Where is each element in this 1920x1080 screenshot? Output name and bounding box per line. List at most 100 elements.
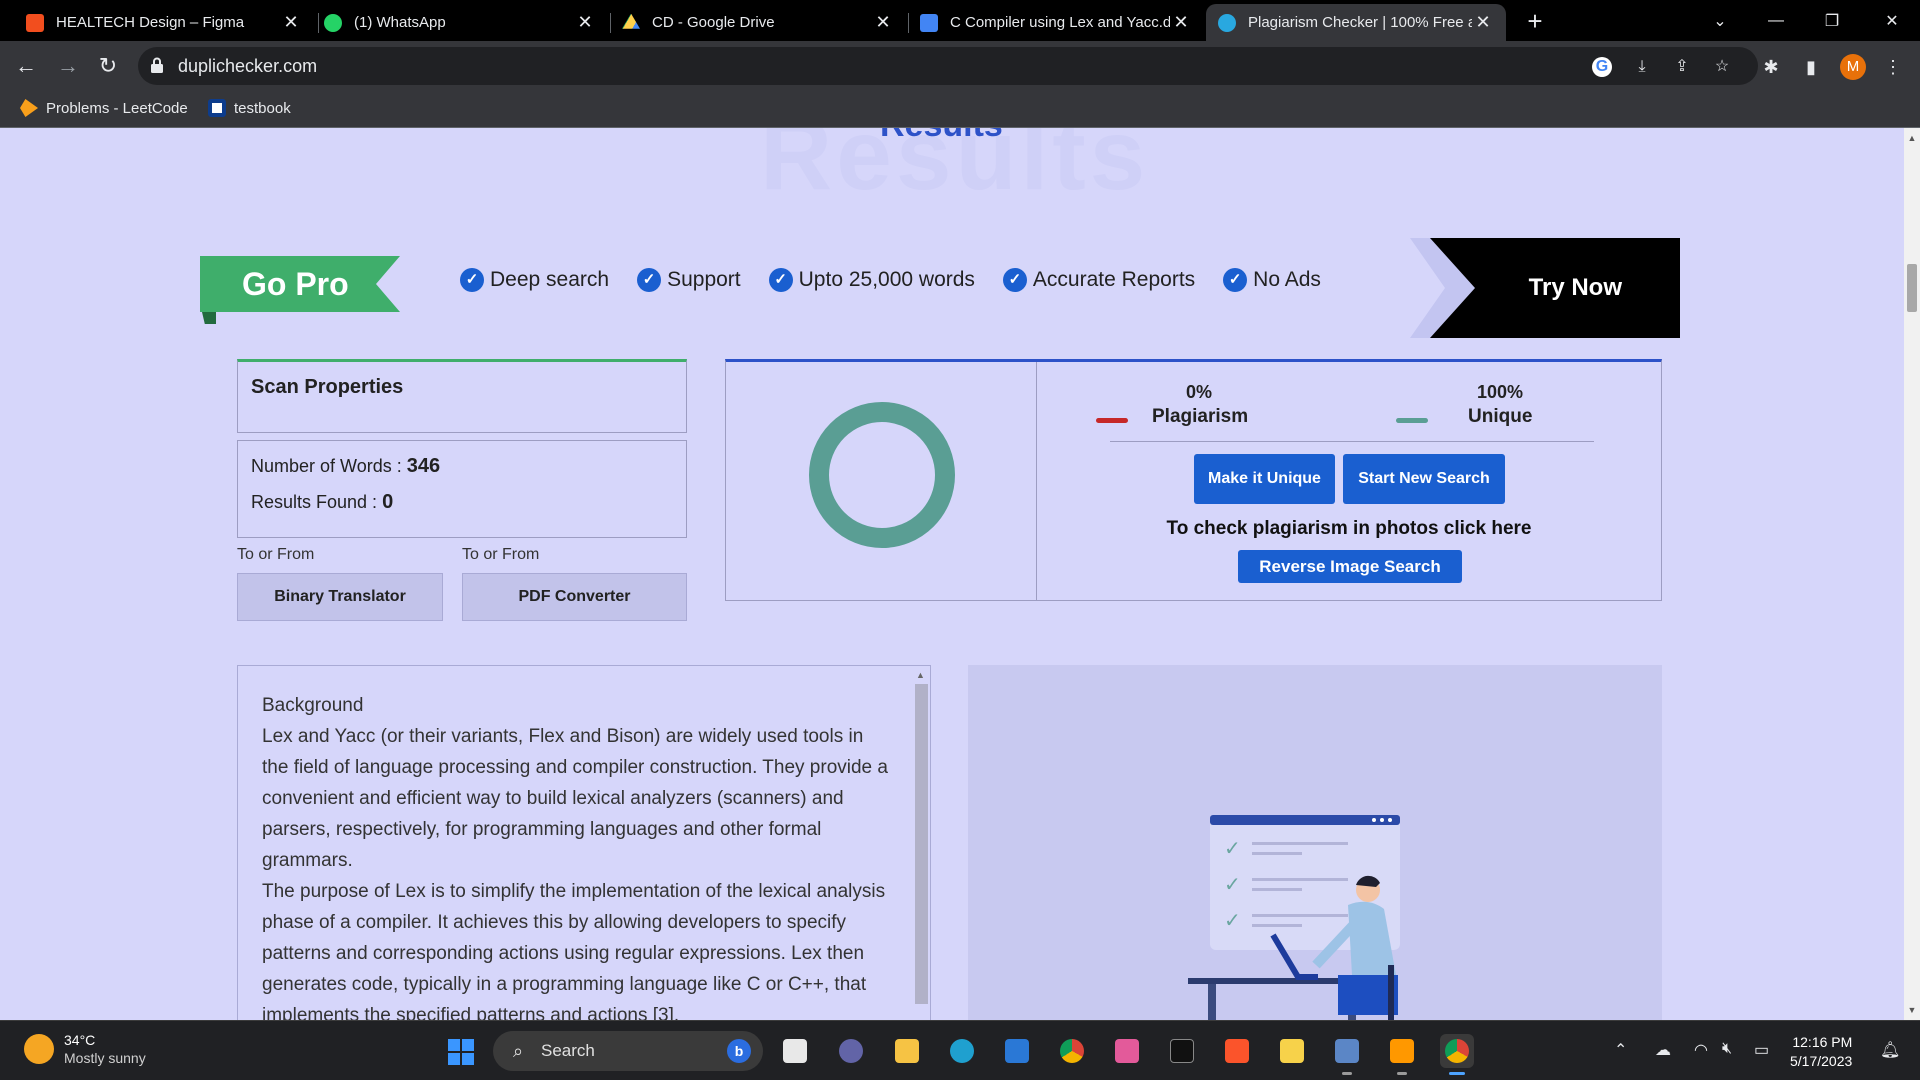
search-placeholder: Search: [541, 1041, 595, 1060]
weather-sun-icon: [24, 1034, 54, 1064]
tab-figma[interactable]: HEALTECH Design – Figma ✕: [14, 4, 314, 41]
content-textarea[interactable]: Background Lex and Yacc (or their varian…: [237, 665, 931, 1020]
volume-muted-icon[interactable]: 🔇︎: [1722, 1040, 1732, 1058]
close-icon[interactable]: ✕: [1170, 12, 1192, 33]
person-at-laptop-illustration: ✓ ✓ ✓: [1188, 815, 1400, 1020]
google-lens-icon[interactable]: G: [1592, 57, 1612, 77]
paragraph: Background: [262, 695, 364, 716]
brave-icon[interactable]: [1220, 1034, 1254, 1068]
clock-time: 12:16 PM: [1792, 1034, 1853, 1050]
page-scrollbar[interactable]: ▲ ▼: [1904, 128, 1920, 1020]
tab-google-docs[interactable]: C Compiler using Lex and Yacc.do ✕: [908, 4, 1204, 41]
feature-item: ✓ Upto 25,000 words: [768, 268, 975, 292]
extensions-icon[interactable]: ✱: [1760, 56, 1782, 78]
terminal-icon[interactable]: [1165, 1034, 1199, 1068]
illustration-panel: ✓ ✓ ✓: [968, 665, 1662, 1020]
tab-title: Plagiarism Checker | 100% Free a: [1248, 14, 1472, 31]
task-view-icon[interactable]: [778, 1034, 812, 1068]
scrollbar-thumb[interactable]: [1907, 264, 1917, 312]
close-icon[interactable]: ✕: [872, 12, 894, 33]
menu-icon[interactable]: ⋮: [1882, 56, 1904, 78]
close-icon[interactable]: ✕: [280, 12, 302, 33]
avatar[interactable]: M: [1840, 54, 1866, 80]
scan-stats: Number of Words : 346 Results Found : 0: [237, 440, 687, 538]
virtualbox-icon[interactable]: [1330, 1034, 1364, 1075]
scroll-down-icon[interactable]: ▼: [1904, 1002, 1920, 1018]
onedrive-icon[interactable]: ☁: [1655, 1040, 1671, 1060]
weather-widget[interactable]: 34°C Mostly sunny: [24, 1031, 146, 1067]
sublime-text-icon[interactable]: [1385, 1034, 1419, 1075]
forward-icon[interactable]: →: [52, 50, 84, 82]
close-icon[interactable]: ✕: [574, 12, 596, 33]
pdf-converter-button[interactable]: PDF Converter: [462, 573, 687, 621]
tab-search-icon[interactable]: ⌄: [1692, 0, 1748, 41]
install-icon[interactable]: ⤓: [1632, 57, 1652, 77]
edge-icon[interactable]: [945, 1034, 979, 1068]
bookmark-star-icon[interactable]: ☆: [1712, 57, 1732, 77]
restore-button[interactable]: ❐: [1804, 0, 1860, 41]
results-found: Results Found : 0: [251, 491, 393, 514]
windows-start-icon[interactable]: [448, 1039, 474, 1065]
battery-icon[interactable]: ▭: [1754, 1040, 1769, 1060]
close-window-button[interactable]: ✕: [1864, 0, 1920, 41]
result-donut-chart: [809, 402, 955, 548]
start-new-search-button[interactable]: Start New Search: [1343, 454, 1505, 504]
tab-whatsapp[interactable]: (1) WhatsApp ✕: [312, 4, 608, 41]
address-bar[interactable]: duplichecker.com G ⤓ ⇪ ☆: [138, 47, 1758, 85]
unique-percent: 100%: [1477, 382, 1524, 402]
url-text: duplichecker.com: [178, 56, 318, 76]
share-icon[interactable]: ⇪: [1672, 57, 1692, 77]
clock[interactable]: 12:16 PM 5/17/2023: [1790, 1033, 1852, 1071]
close-icon[interactable]: ✕: [1472, 12, 1494, 33]
bookmark-leetcode[interactable]: Problems - LeetCode: [20, 99, 188, 117]
svg-text:✓: ✓: [1224, 872, 1241, 896]
feature-label: Upto 25,000 words: [798, 268, 975, 291]
panel-divider: [1036, 362, 1037, 601]
feature-item: ✓ No Ads: [1223, 268, 1321, 292]
bookmark-testbook[interactable]: testbook: [208, 99, 291, 117]
file-explorer-icon[interactable]: [890, 1034, 924, 1068]
wifi-icon[interactable]: ◠: [1694, 1040, 1708, 1060]
tab-title: (1) WhatsApp: [354, 14, 446, 31]
pro-features: ✓ Deep search ✓ Support ✓ Upto 25,000 words…: [460, 268, 1349, 292]
make-it-unique-button[interactable]: Make it Unique: [1194, 454, 1335, 504]
reverse-image-search-button[interactable]: Reverse Image Search: [1238, 550, 1462, 583]
side-panel-icon[interactable]: ▮: [1800, 56, 1822, 78]
photo-plagiarism-note[interactable]: To check plagiarism in photos click here: [1036, 518, 1662, 540]
figma-icon: [26, 13, 44, 32]
reload-icon[interactable]: ↻: [92, 50, 124, 82]
windows-taskbar: 34°C Mostly sunny ⌕ Search b ⌃ ☁ ◠ 🔇︎ ▭ …: [0, 1020, 1920, 1080]
svg-text:✓: ✓: [1224, 836, 1241, 860]
ribbon-fold: [202, 312, 216, 324]
taskbar-search[interactable]: ⌕ Search b: [493, 1031, 763, 1071]
microsoft-store-icon[interactable]: [1000, 1034, 1034, 1068]
back-icon[interactable]: ←: [10, 50, 42, 82]
minimize-button[interactable]: —: [1748, 0, 1804, 41]
browser-toolbar: ← → ↻ duplichecker.com G ⤓ ⇪ ☆ ✱ ▮ M ⋮: [0, 41, 1920, 91]
check-icon: ✓: [1223, 268, 1248, 292]
chevron-up-icon[interactable]: ⌃: [1614, 1040, 1627, 1060]
check-icon: ✓: [1002, 268, 1027, 292]
snipping-tool-icon[interactable]: [1110, 1034, 1144, 1068]
weather-condition: Mostly sunny: [64, 1050, 146, 1066]
plagiarism-legend-swatch: [1096, 418, 1128, 423]
unique-legend-swatch: [1396, 418, 1428, 423]
testbook-icon: [208, 99, 226, 117]
go-pro-label: Go Pro: [242, 266, 349, 302]
bookmark-label: Problems - LeetCode: [46, 99, 188, 117]
binary-translator-button[interactable]: Binary Translator: [237, 573, 443, 621]
chrome-icon[interactable]: [1055, 1034, 1089, 1068]
teams-chat-icon[interactable]: [834, 1034, 868, 1068]
tab-duplichecker[interactable]: Plagiarism Checker | 100% Free a ✕: [1206, 4, 1506, 41]
textarea-scrollbar[interactable]: ▲: [912, 666, 930, 1020]
tab-google-drive[interactable]: CD - Google Drive ✕: [610, 4, 906, 41]
sticky-notes-icon[interactable]: [1275, 1034, 1309, 1068]
scrollbar-thumb[interactable]: [915, 684, 928, 1004]
new-tab-button[interactable]: +: [1520, 6, 1550, 36]
scroll-up-icon[interactable]: ▲: [1904, 130, 1920, 146]
notification-icon[interactable]: 🔔︎: [1880, 1040, 1900, 1060]
tab-title: CD - Google Drive: [652, 14, 775, 31]
chrome-profile-icon[interactable]: [1440, 1034, 1474, 1075]
scroll-up-icon[interactable]: ▲: [916, 670, 925, 680]
bing-icon[interactable]: b: [727, 1039, 751, 1063]
